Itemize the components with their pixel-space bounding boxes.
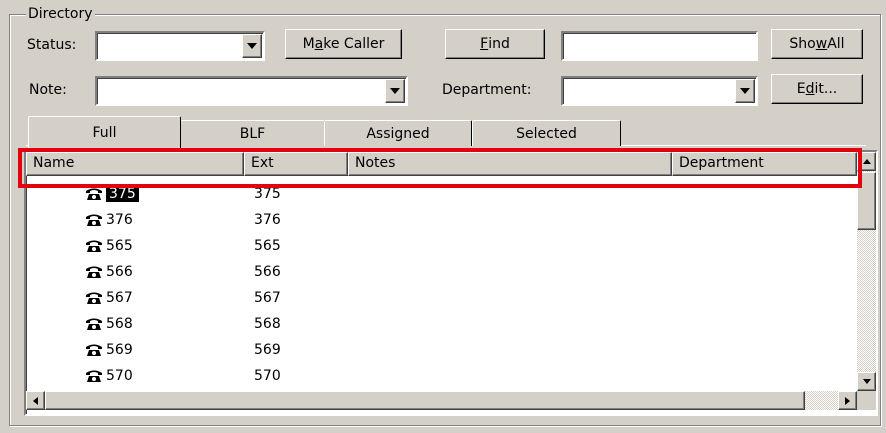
chevron-down-icon [247, 43, 257, 49]
edit-button[interactable]: Ed it... [771, 74, 863, 104]
name-cell: 569 [106, 342, 133, 358]
chevron-down-icon [390, 88, 400, 94]
table-row[interactable]: 570 570 [26, 366, 856, 392]
make-caller-button[interactable]: Ma ke Caller [285, 29, 402, 59]
directory-rows: 375 375 376 376 565 565 566 566 567 567 … [26, 184, 856, 394]
horizontal-scroll-thumb[interactable] [45, 391, 805, 410]
show-all-button[interactable]: Sho w All [771, 29, 863, 59]
tab-selected[interactable]: Selected [472, 120, 621, 146]
ext-cell: 566 [254, 264, 281, 280]
arrow-down-icon [862, 379, 871, 384]
name-cell: 567 [106, 290, 133, 306]
ext-cell: 568 [254, 316, 281, 332]
find-button[interactable]: Find [445, 29, 545, 59]
phone-icon [86, 188, 102, 200]
note-dropdown[interactable] [95, 76, 408, 106]
ext-cell: 570 [254, 368, 281, 384]
column-header-highlight [18, 148, 862, 188]
status-dropdown-button[interactable] [242, 34, 262, 58]
tab-assigned[interactable]: Assigned [324, 120, 472, 146]
scroll-right-button[interactable] [838, 391, 857, 410]
arrow-up-icon [862, 159, 871, 164]
table-row[interactable]: 568 568 [26, 314, 856, 340]
name-cell: 375 [106, 186, 139, 202]
note-label: Note: [29, 82, 67, 98]
phone-icon [86, 214, 102, 226]
status-label: Status: [27, 37, 77, 53]
scroll-down-button[interactable] [857, 372, 876, 391]
name-cell: 376 [106, 212, 133, 228]
table-row[interactable]: 566 566 [26, 262, 856, 288]
phone-icon [86, 318, 102, 330]
name-cell: 570 [106, 368, 133, 384]
table-row[interactable]: 565 565 [26, 236, 856, 262]
tab-blf[interactable]: BLF [180, 120, 325, 146]
table-row[interactable]: 569 569 [26, 340, 856, 366]
directory-title: Directory [26, 6, 95, 22]
status-dropdown[interactable] [95, 31, 265, 61]
name-cell: 565 [106, 238, 133, 254]
table-row[interactable]: 567 567 [26, 288, 856, 314]
phone-icon [86, 370, 102, 382]
scroll-corner [857, 391, 876, 410]
department-dropdown[interactable] [561, 76, 758, 106]
name-cell: 566 [106, 264, 133, 280]
arrow-left-icon [33, 396, 38, 405]
chevron-down-icon [740, 88, 750, 94]
phone-icon [86, 344, 102, 356]
arrow-right-icon [845, 396, 850, 405]
tab-full[interactable]: Full [28, 116, 181, 148]
phone-icon [86, 292, 102, 304]
department-dropdown-button[interactable] [735, 79, 755, 103]
note-dropdown-button[interactable] [385, 79, 405, 103]
table-row[interactable]: 376 376 [26, 210, 856, 236]
phone-icon [86, 266, 102, 278]
ext-cell: 376 [254, 212, 281, 228]
ext-cell: 567 [254, 290, 281, 306]
scroll-left-button[interactable] [26, 391, 45, 410]
name-cell: 568 [106, 316, 133, 332]
find-input[interactable] [561, 31, 758, 61]
phone-icon [86, 240, 102, 252]
ext-cell: 565 [254, 238, 281, 254]
department-label: Department: [442, 82, 532, 98]
ext-cell: 569 [254, 342, 281, 358]
